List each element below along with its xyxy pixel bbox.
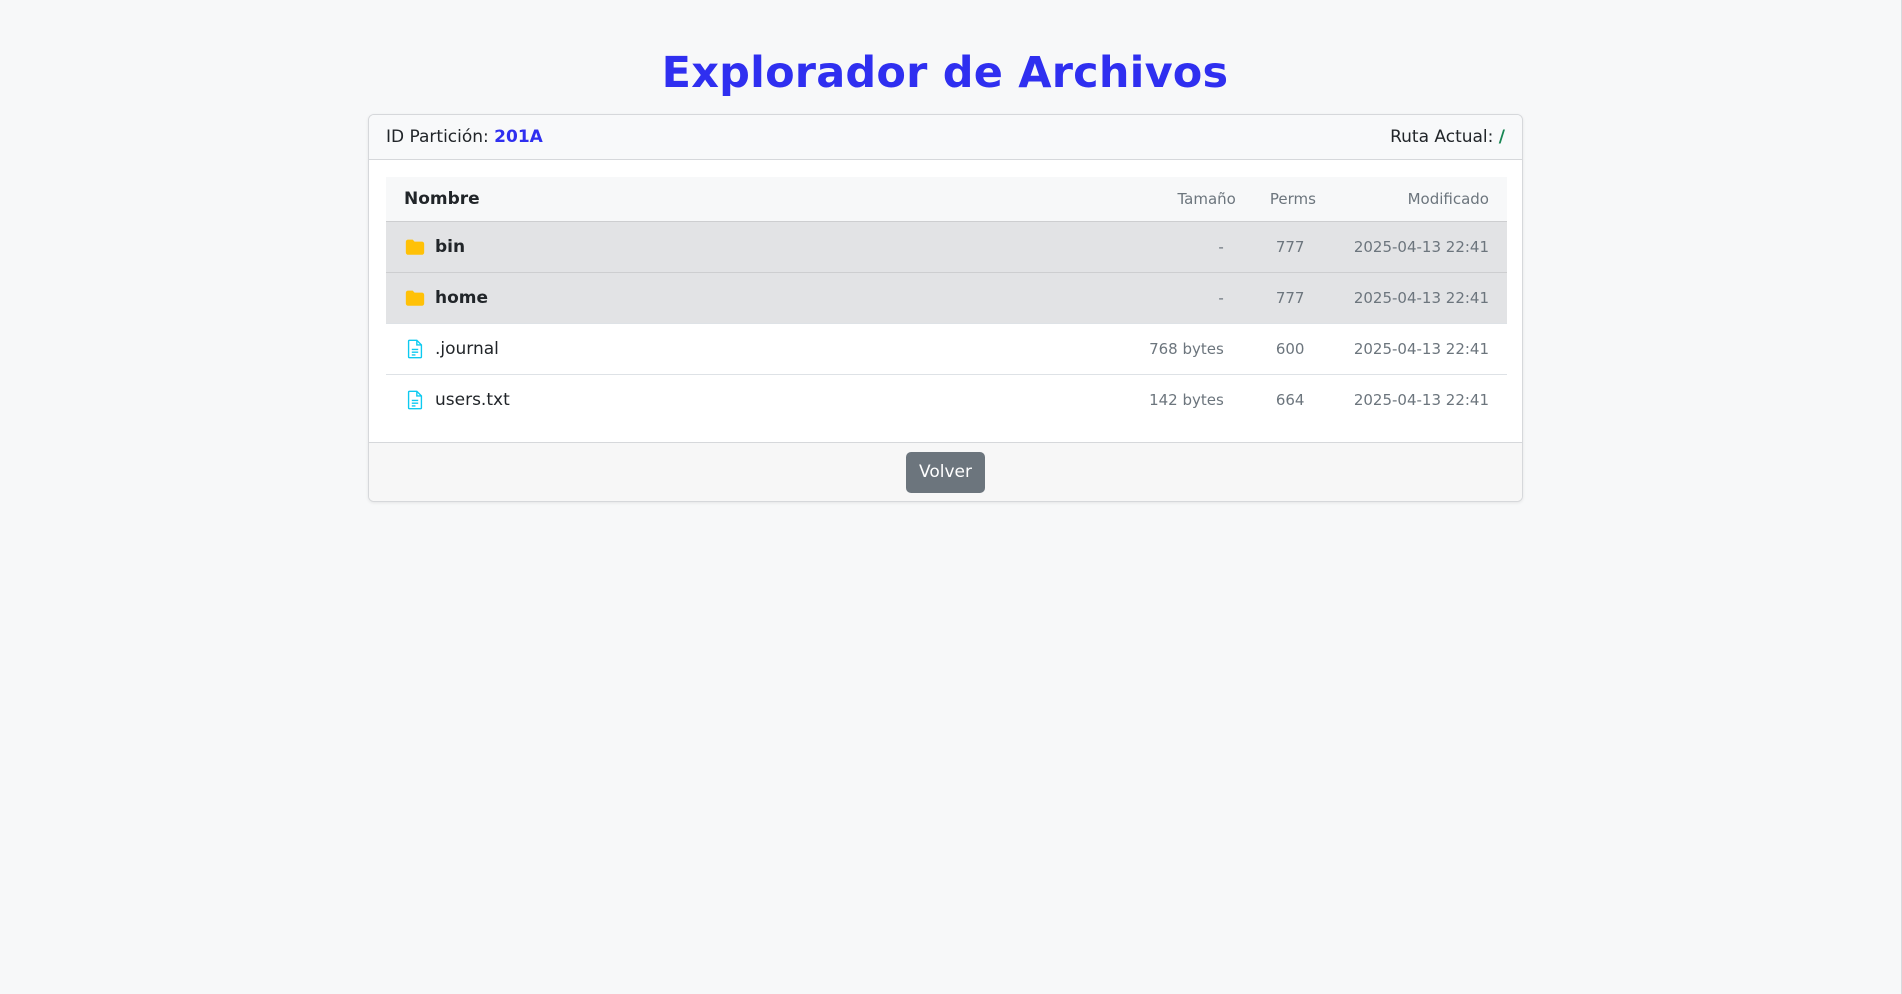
entry-name: users.txt bbox=[435, 389, 510, 410]
column-header-size: Tamaño bbox=[1177, 189, 1236, 208]
table-row[interactable]: .journal 768 bytes 600 2025-04-13 22:41 bbox=[386, 323, 1507, 374]
name-wrap: .journal bbox=[404, 338, 1096, 360]
current-path: / bbox=[1498, 127, 1505, 147]
name-wrap: bin bbox=[404, 236, 1096, 258]
cell-perms: 777 bbox=[1275, 237, 1305, 256]
entry-name: home bbox=[435, 287, 489, 308]
entry-name: bin bbox=[435, 236, 466, 257]
column-header-modified: Modificado bbox=[1407, 189, 1489, 208]
table-row[interactable]: bin - 777 2025-04-13 22:41 bbox=[386, 221, 1507, 272]
cell-name[interactable]: users.txt bbox=[386, 374, 1114, 425]
table-row[interactable]: home - 777 2025-04-13 22:41 bbox=[386, 272, 1507, 323]
column-header-perms: Perms bbox=[1269, 189, 1316, 208]
card-body: Nombre Tamaño Perms Modificado bin - 777 20… bbox=[369, 160, 1522, 425]
partition-id: 201A bbox=[494, 127, 543, 147]
file-text-icon bbox=[404, 389, 426, 411]
cell-modified: 2025-04-13 22:41 bbox=[1353, 339, 1489, 358]
cell-size: - bbox=[1218, 288, 1224, 307]
file-explorer-card: ID Partición: 201A Ruta Actual: / Nombre… bbox=[368, 114, 1523, 502]
back-button[interactable]: Volver bbox=[906, 451, 985, 493]
file-table: Nombre Tamaño Perms Modificado bin - 777 20… bbox=[386, 177, 1507, 425]
name-wrap: home bbox=[404, 287, 1096, 309]
cell-size: 142 bytes bbox=[1149, 390, 1224, 409]
current-path-info: Ruta Actual: / bbox=[1390, 127, 1505, 147]
card-footer: Volver bbox=[369, 442, 1522, 501]
cell-size: 768 bytes bbox=[1149, 339, 1224, 358]
folder-icon bbox=[404, 236, 426, 258]
entry-name: .journal bbox=[435, 338, 499, 359]
cell-perms: 777 bbox=[1275, 288, 1305, 307]
path-label: Ruta Actual: bbox=[1390, 127, 1494, 147]
partition-info: ID Partición: 201A bbox=[386, 127, 543, 147]
column-header-name: Nombre bbox=[404, 188, 480, 209]
card-header: ID Partición: 201A Ruta Actual: / bbox=[369, 115, 1522, 160]
partition-label: ID Partición: bbox=[386, 127, 489, 147]
cell-modified: 2025-04-13 22:41 bbox=[1353, 288, 1489, 307]
cell-perms: 664 bbox=[1275, 390, 1305, 409]
cell-name[interactable]: bin bbox=[386, 221, 1114, 272]
cell-perms: 600 bbox=[1275, 339, 1305, 358]
file-text-icon bbox=[404, 338, 426, 360]
cell-name[interactable]: .journal bbox=[386, 323, 1114, 374]
cell-modified: 2025-04-13 22:41 bbox=[1353, 390, 1489, 409]
table-header-row: Nombre Tamaño Perms Modificado bbox=[386, 177, 1507, 221]
table-row[interactable]: users.txt 142 bytes 664 2025-04-13 22:41 bbox=[386, 374, 1507, 425]
name-wrap: users.txt bbox=[404, 389, 1096, 411]
page-title: Explorador de Archivos bbox=[661, 48, 1229, 98]
cell-name[interactable]: home bbox=[386, 272, 1114, 323]
cell-modified: 2025-04-13 22:41 bbox=[1353, 237, 1489, 256]
folder-icon bbox=[404, 287, 426, 309]
cell-size: - bbox=[1218, 237, 1224, 256]
